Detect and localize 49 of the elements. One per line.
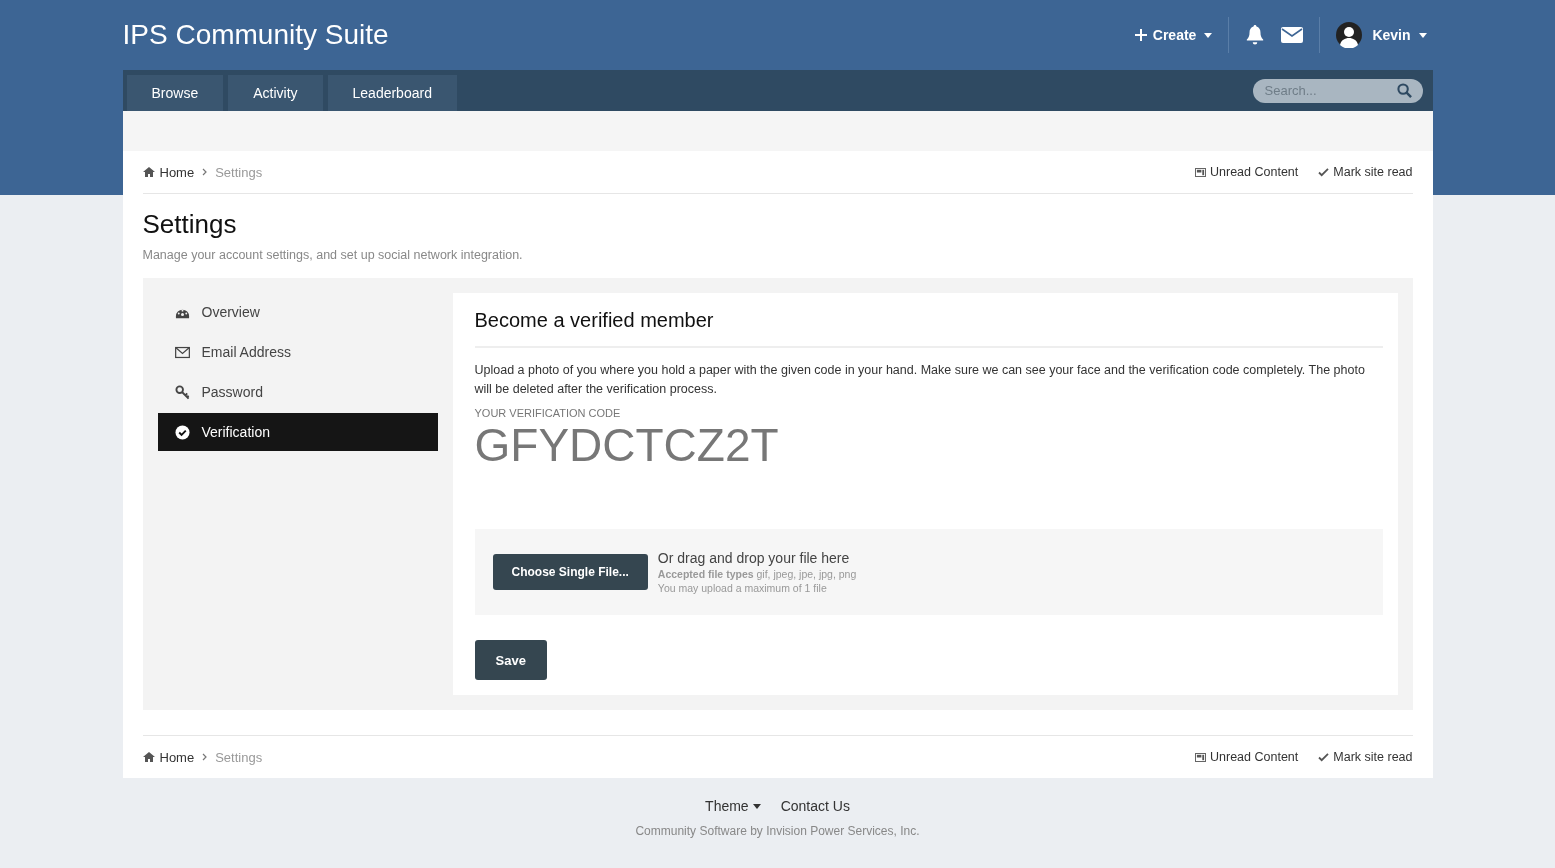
sidebar-item[interactable]: Overview bbox=[157, 293, 438, 331]
card-description: Upload a photo of you where you hold a paper with the given code in your hand. Make sure we can see your face and the verification code completely. The photo will be deleted after the verification process. bbox=[474, 362, 1366, 398]
home-icon bbox=[142, 752, 155, 762]
home-icon bbox=[142, 167, 155, 177]
footer-link[interactable]: Contact Us bbox=[780, 798, 850, 814]
check-icon bbox=[1318, 752, 1330, 762]
breadcrumb-action[interactable]: Unread Content bbox=[1195, 750, 1299, 764]
footer-link[interactable]: Theme bbox=[705, 798, 749, 814]
envelope-icon bbox=[174, 344, 190, 360]
newspaper-icon bbox=[1195, 752, 1207, 762]
create-menu[interactable]: Create bbox=[1134, 27, 1213, 43]
plus-icon bbox=[1134, 29, 1147, 41]
breadcrumb-link[interactable]: Home bbox=[159, 164, 195, 180]
key-icon bbox=[174, 384, 190, 400]
sidebar-item[interactable]: Email Address bbox=[157, 333, 438, 371]
avatar-icon[interactable] bbox=[1336, 22, 1363, 48]
breadcrumb-action[interactable]: Mark site read bbox=[1318, 750, 1413, 764]
nav-tab[interactable]: Browse bbox=[126, 75, 224, 111]
copyright-text: Community Software by Invision Power Services, Inc. bbox=[635, 824, 920, 838]
check-circle-icon bbox=[174, 424, 190, 440]
nav-tab[interactable]: Activity bbox=[228, 75, 323, 111]
nav-tab[interactable]: Leaderboard bbox=[327, 75, 457, 111]
caret-icon[interactable] bbox=[752, 803, 761, 809]
newspaper-icon bbox=[1195, 167, 1207, 177]
breadcrumb-action[interactable]: Mark site read bbox=[1318, 165, 1413, 179]
upload-area[interactable]: Choose Single File... Or drag and drop your file here Accepted file types gif, jpeg, jpe, jpg, png You may upload a maximum of 1 file bbox=[474, 529, 1383, 615]
chevron-icon bbox=[202, 753, 208, 761]
verification-code: GFYDCTCZ2T bbox=[474, 419, 780, 471]
sidebar-item[interactable]: Password bbox=[157, 373, 438, 411]
choose-file-button[interactable]: Choose Single File... bbox=[492, 554, 648, 590]
breadcrumb-link[interactable]: Home bbox=[159, 749, 195, 765]
upload-limit-text: You may upload a maximum of 1 file bbox=[657, 582, 828, 594]
file-types-text: Accepted file types gif, jpeg, jpe, jpg, png bbox=[657, 568, 857, 580]
code-label: YOUR VERIFICATION CODE bbox=[474, 407, 622, 419]
page-subtitle: Manage your account settings, and set up social network integration. bbox=[142, 248, 524, 262]
page-title: Settings bbox=[142, 209, 238, 240]
site-title[interactable]: IPS Community Suite bbox=[122, 19, 389, 51]
bell-icon[interactable] bbox=[1245, 25, 1266, 45]
search-icon[interactable] bbox=[1396, 82, 1412, 98]
drop-hint: Or drag and drop your file here bbox=[657, 550, 851, 566]
check-icon bbox=[1318, 167, 1330, 177]
search-field[interactable]: Search... bbox=[1252, 78, 1423, 103]
envelope-icon[interactable] bbox=[1281, 27, 1304, 43]
save-button[interactable]: Save bbox=[474, 640, 547, 680]
chevron-icon bbox=[202, 168, 208, 176]
user-menu[interactable]: Kevin bbox=[1372, 27, 1427, 43]
sidebar-item[interactable]: Verification bbox=[157, 413, 438, 451]
breadcrumb-action[interactable]: Unread Content bbox=[1195, 165, 1299, 179]
card-title: Become a verified member bbox=[474, 293, 1383, 348]
